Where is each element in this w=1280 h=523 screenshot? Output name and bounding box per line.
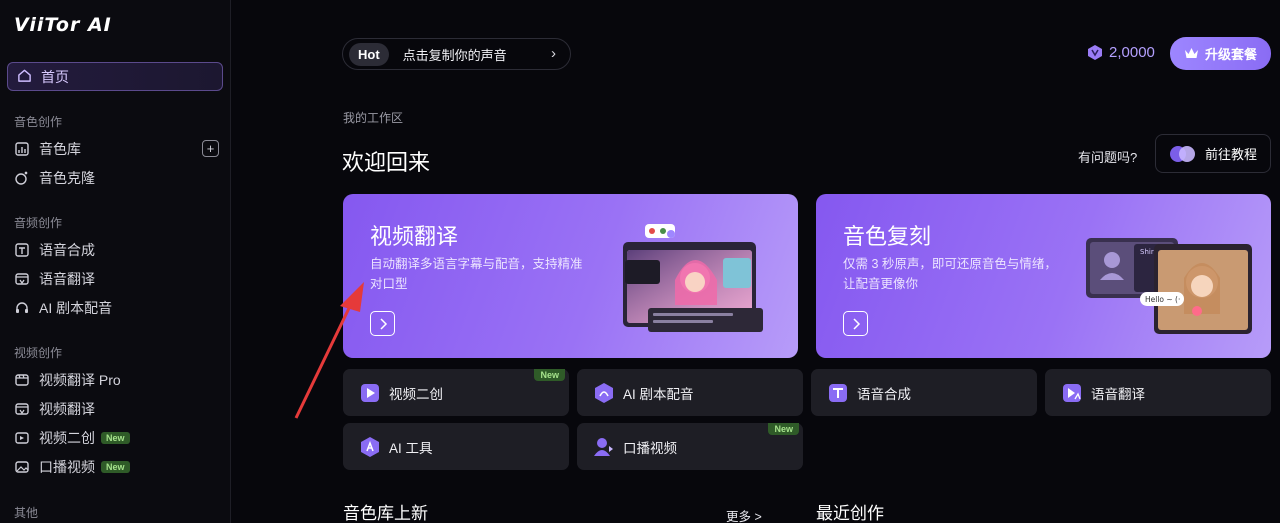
sidebar-item-video-translation-pro[interactable]: 视频翻译 Pro [14, 369, 219, 391]
card-title: 音色复刻 [843, 224, 932, 249]
recent-creations-title: 最近创作 [816, 504, 884, 523]
new-badge: New [101, 461, 130, 473]
sidebar: ViiTor AI 首页 音色创作 音色库 + 音色克隆 音频创作 语音合成 语… [0, 0, 231, 523]
new-badge: New [534, 369, 565, 381]
hot-tag: Hot [349, 42, 389, 66]
sidebar-item-video-remix[interactable]: 视频二创 New [14, 427, 219, 449]
sidebar-item-video-translation[interactable]: 视频翻译 [14, 398, 219, 420]
tool-label: 口播视频 [623, 440, 677, 456]
credits-value: 2,0000 [1109, 44, 1155, 61]
ai-dubbing-icon [593, 382, 615, 404]
image-icon [14, 459, 30, 475]
section-title-video: 视频创作 [14, 346, 63, 360]
video-translation-illustration [623, 224, 763, 332]
sidebar-item-label: 语音合成 [39, 242, 95, 258]
sidebar-item-ai-script-dubbing[interactable]: AI 剧本配音 [14, 297, 219, 319]
sidebar-item-label: 视频翻译 Pro [39, 372, 121, 388]
speech-synthesis-icon [14, 242, 30, 258]
new-badge: New [101, 432, 130, 444]
sidebar-item-voice-clone[interactable]: 音色克隆 [14, 167, 219, 189]
voice-library-icon [14, 141, 30, 157]
sidebar-item-label: 口播视频 [39, 459, 95, 475]
video-translate-pro-icon [14, 372, 30, 388]
chevron-right-icon: › [551, 45, 556, 62]
new-badge: New [768, 423, 799, 435]
app-logo[interactable]: ViiTor AI [14, 14, 112, 36]
voice-library-new-title: 音色库上新 [343, 504, 428, 523]
voice-clone-icon [14, 170, 30, 186]
card-description: 自动翻译多语言字幕与配音，支持精准对口型 [370, 257, 583, 291]
ai-tools-icon [359, 436, 381, 458]
speech-translation-icon [1061, 382, 1083, 404]
tool-speech-synthesis[interactable]: 语音合成 [811, 369, 1037, 416]
video-translate-icon [14, 401, 30, 417]
sidebar-item-label: 音色库 [39, 141, 81, 157]
voice-clone-illustration: Shirt Hello ~ (· [1086, 238, 1252, 334]
sidebar-item-label: 首页 [41, 68, 69, 85]
hello-bubble: Hello ~ (· [1145, 295, 1180, 304]
section-title-other: 其他 [14, 506, 39, 520]
hot-text: 点击复制你的声音 [402, 47, 507, 63]
card-description: 仅需 3 秒原声，即可还原音色与情绪，让配音更像你 [843, 257, 1057, 291]
tool-speech-translation[interactable]: 语音翻译 [1045, 369, 1271, 416]
sidebar-item-label: 音色克隆 [39, 170, 95, 186]
upgrade-plan-label: 升级套餐 [1204, 47, 1257, 62]
video-translation-card[interactable]: 视频翻译 自动翻译多语言字幕与配音，支持精准对口型 [343, 194, 798, 358]
crown-icon [1184, 47, 1199, 60]
text-to-speech-icon [827, 382, 849, 404]
tool-ai-script-dubbing[interactable]: AI 剧本配音 [577, 369, 803, 416]
tool-label: AI 剧本配音 [623, 386, 694, 402]
home-icon [17, 68, 32, 86]
sidebar-item-label: 视频二创 [39, 430, 95, 446]
tool-talking-video[interactable]: 口播视频 New [577, 423, 803, 470]
section-title-voice: 音色创作 [14, 115, 63, 129]
hot-banner[interactable]: Hot 点击复制你的声音 › [342, 38, 571, 70]
video-remix-icon [14, 430, 30, 446]
tool-label: AI 工具 [389, 440, 433, 456]
tutorial-label: 前往教程 [1204, 147, 1257, 162]
sidebar-item-speech-synthesis[interactable]: 语音合成 [14, 239, 219, 261]
add-voice-button[interactable]: + [202, 140, 219, 157]
sidebar-item-talking-video[interactable]: 口播视频 New [14, 456, 219, 478]
speech-translation-icon [14, 271, 30, 287]
more-link[interactable]: 更多 > [726, 506, 762, 523]
card-title: 视频翻译 [370, 224, 459, 249]
gem-icon [1087, 44, 1103, 61]
page-title: 欢迎回来 [342, 150, 431, 175]
help-question: 有问题吗? [1078, 150, 1138, 165]
headset-icon [14, 300, 30, 316]
section-title-audio: 音频创作 [14, 216, 63, 230]
tutorial-icon [1169, 145, 1197, 163]
sidebar-item-home[interactable]: 首页 [7, 62, 223, 91]
sidebar-item-voice-library[interactable]: 音色库 + [14, 138, 219, 160]
annotation-arrow [294, 282, 364, 419]
voice-clone-card[interactable]: 音色复刻 仅需 3 秒原声，即可还原音色与情绪，让配音更像你 Shirt Hel… [816, 194, 1271, 358]
tool-label: 语音翻译 [1091, 386, 1145, 402]
upgrade-plan-button[interactable]: 升级套餐 [1170, 37, 1271, 70]
sidebar-item-label: 视频翻译 [39, 401, 95, 417]
tool-label: 语音合成 [857, 386, 911, 402]
tool-ai-tools[interactable]: AI 工具 [343, 423, 569, 470]
sidebar-item-label: 语音翻译 [39, 271, 95, 287]
tool-label: 视频二创 [389, 386, 443, 402]
sidebar-item-label: AI 剧本配音 [39, 300, 113, 316]
presenter-icon [593, 436, 615, 458]
card-arrow-button[interactable] [843, 311, 868, 336]
credits-balance[interactable]: 2,0000 [1087, 44, 1155, 61]
sidebar-item-speech-translation[interactable]: 语音翻译 [14, 268, 219, 290]
workspace-label: 我的工作区 [343, 111, 404, 125]
tutorial-button[interactable]: 前往教程 [1155, 134, 1271, 173]
